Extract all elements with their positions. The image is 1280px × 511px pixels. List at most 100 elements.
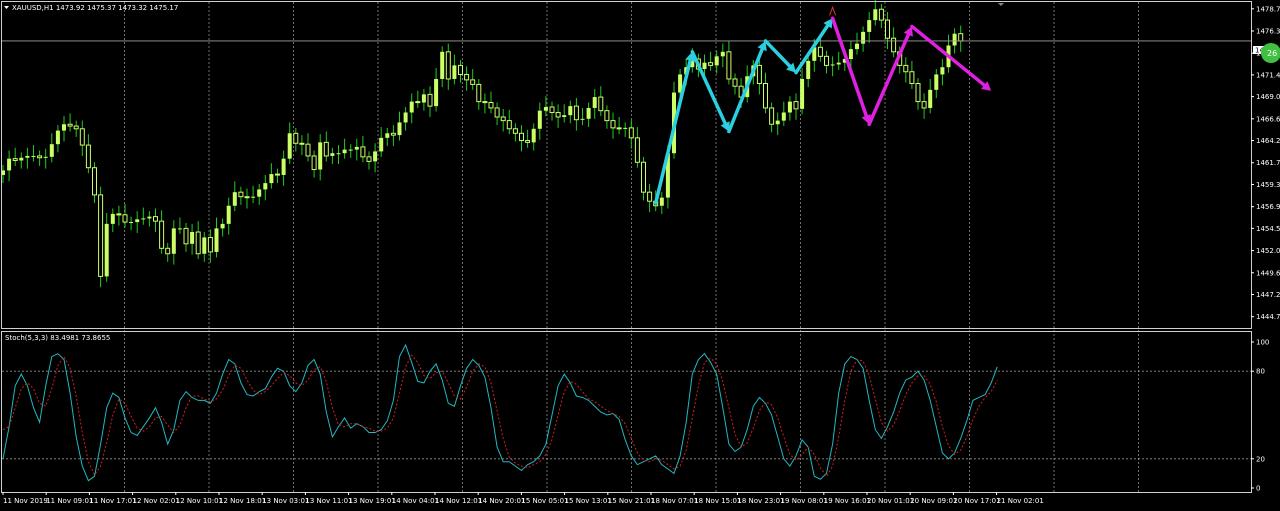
- candle-body: [190, 232, 195, 244]
- candle-body: [43, 156, 48, 158]
- candle-body: [817, 46, 823, 57]
- candle-body: [500, 116, 506, 122]
- candle-body: [494, 107, 500, 118]
- candle-body: [726, 51, 732, 80]
- candle-body: [195, 231, 201, 255]
- candle-body: [830, 64, 835, 66]
- candle-body: [92, 167, 97, 196]
- candle-body: [153, 216, 158, 222]
- time-tick-label: 13 Nov 11:01: [305, 497, 352, 505]
- candle-body: [512, 128, 518, 134]
- time-tick-label: 13 Nov 03:01: [262, 497, 309, 505]
- price-tick-label: 1452.05: [1256, 247, 1280, 255]
- candle-body: [598, 96, 604, 112]
- price-chart-canvas[interactable]: XAUUSD,H1 1473.92 1475.37 1473.32 1475.1…: [0, 0, 1280, 511]
- candle-body: [25, 155, 30, 158]
- candle-body: [19, 157, 24, 161]
- candle-body: [647, 191, 653, 202]
- candle-body: [781, 112, 786, 121]
- time-tick-label: 12 Nov 18:01: [219, 497, 266, 505]
- time-tick-label: 18 Nov 07:01: [651, 497, 698, 505]
- candle-body: [220, 223, 225, 229]
- candle-body: [720, 51, 725, 57]
- price-tick-label: 1476.30: [1256, 27, 1280, 35]
- candle-body: [440, 51, 445, 79]
- time-tick-label: 19 Nov 16:01: [824, 497, 871, 505]
- time-tick-label: 15 Nov 05:01: [521, 497, 568, 505]
- candle-body: [562, 115, 567, 118]
- time-tick-label: 12 Nov 02:01: [133, 497, 180, 505]
- candle-body: [207, 236, 213, 253]
- price-bubble-text: 26: [1267, 49, 1277, 58]
- candle-body: [421, 94, 426, 103]
- candle-body: [263, 183, 268, 190]
- candle-body: [183, 227, 189, 245]
- candle-body: [616, 127, 622, 130]
- candle-body: [110, 213, 115, 224]
- candle-body: [147, 216, 152, 219]
- candle-body: [855, 43, 859, 50]
- candle-body: [793, 101, 799, 110]
- candle-body: [769, 107, 775, 125]
- candle-body: [165, 247, 171, 255]
- candle-body: [628, 127, 634, 139]
- candle-body: [427, 93, 433, 107]
- candle-body: [573, 105, 579, 121]
- candle-body: [848, 49, 853, 60]
- candle-body: [55, 130, 60, 145]
- indicator-header: Stoch(5,3,3) 83.4981 73.8655: [5, 334, 110, 342]
- time-tick-label: 11 Nov 17:01: [89, 497, 136, 505]
- candle-body: [385, 133, 390, 138]
- candle-body: [135, 219, 140, 223]
- candle-body: [202, 237, 207, 254]
- candle-body: [891, 37, 897, 53]
- stoch-tick-label: 100: [1256, 339, 1269, 347]
- time-tick-label: 12 Nov 10:01: [176, 497, 223, 505]
- candle-body: [379, 137, 384, 152]
- time-tick-label: 20 Nov 01:01: [867, 497, 914, 505]
- candle-body: [610, 120, 616, 129]
- candle-body: [354, 146, 359, 150]
- candle-body: [67, 123, 73, 127]
- candle-body: [287, 133, 292, 159]
- candle-body: [342, 149, 347, 154]
- candle-body: [415, 101, 421, 104]
- time-tick-label: 15 Nov 21:01: [608, 497, 655, 505]
- candle-body: [586, 107, 591, 119]
- candle-body: [238, 191, 244, 198]
- candle-body: [903, 64, 909, 73]
- candle-body: [257, 189, 262, 197]
- candle-body: [873, 9, 878, 21]
- candle-body: [445, 51, 451, 80]
- candle-body: [909, 71, 915, 84]
- candle-body: [940, 67, 945, 75]
- candle-body: [269, 174, 274, 184]
- candle-body: [506, 120, 512, 130]
- candle-body: [623, 127, 628, 129]
- candle-body: [62, 124, 66, 131]
- stoch-tick-label: 0: [1256, 485, 1260, 493]
- candle-body: [85, 144, 91, 169]
- candle-body: [318, 142, 323, 170]
- candle-body: [555, 111, 561, 118]
- candle-body: [214, 228, 219, 252]
- candle-body: [37, 155, 43, 159]
- candle-body: [299, 142, 305, 145]
- candle-body: [79, 128, 85, 146]
- price-tick-label: 1464.20: [1256, 137, 1280, 145]
- time-tick-label: 11 Nov 2019: [3, 497, 48, 505]
- candle-body: [928, 89, 933, 108]
- candle-body: [348, 149, 353, 151]
- candle-body: [756, 64, 762, 84]
- candle-body: [12, 158, 18, 161]
- candle-body: [580, 118, 585, 120]
- candle-body: [543, 107, 548, 111]
- price-tick-label: 1447.20: [1256, 291, 1280, 299]
- candle-body: [470, 79, 476, 85]
- candle-body: [403, 112, 408, 123]
- candle-body: [836, 62, 841, 65]
- candle-body: [293, 132, 299, 144]
- price-tick-label: 1466.60: [1256, 115, 1280, 123]
- candle-body: [251, 196, 256, 198]
- candle-body: [934, 74, 939, 90]
